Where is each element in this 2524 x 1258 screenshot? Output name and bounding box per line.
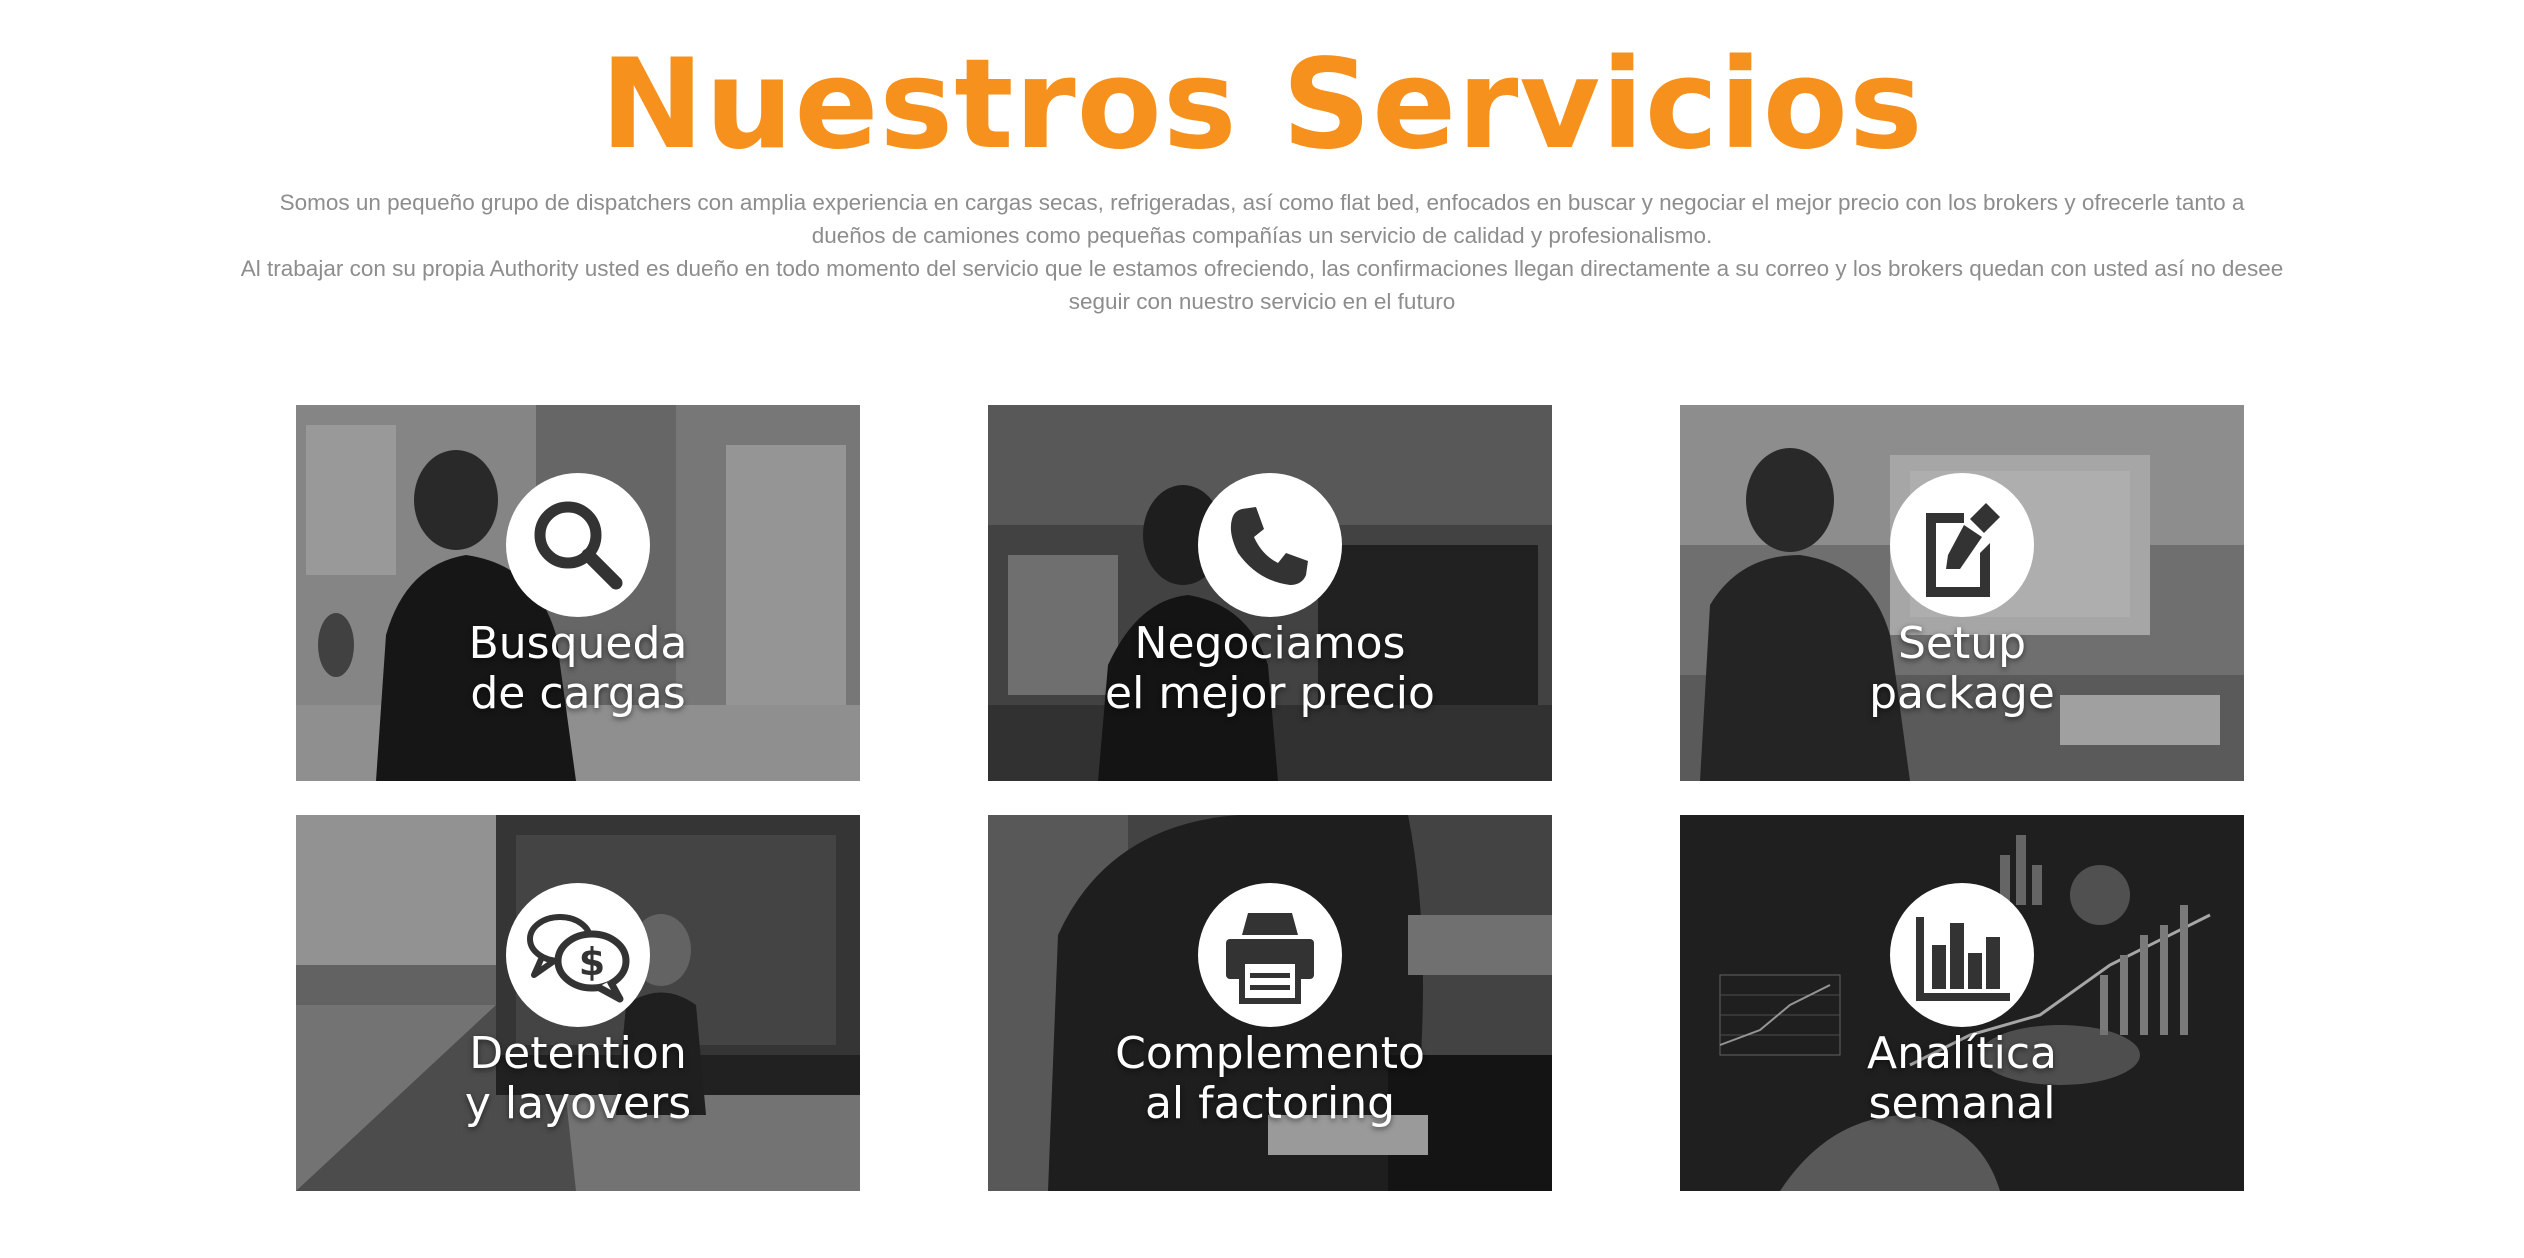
phone-icon (1198, 473, 1342, 617)
service-label-line-1: Complemento (1115, 1028, 1425, 1079)
intro-paragraph-2: Al trabajar con su propia Authority uste… (240, 256, 2284, 314)
section-intro: Somos un pequeño grupo de dispatchers co… (240, 186, 2284, 318)
search-icon (506, 473, 650, 617)
service-card-complemento[interactable]: Complemento al factoring (988, 815, 1552, 1191)
service-card-detention[interactable]: $ Detention y layovers (296, 815, 860, 1191)
section-title: Nuestros Servicios (600, 33, 1924, 177)
service-label-line-2: package (1869, 668, 2055, 719)
intro-paragraph-1: Somos un pequeño grupo de dispatchers co… (279, 190, 2245, 248)
service-label: Setup package (1680, 619, 2244, 719)
service-label-line-1: Setup (1897, 618, 2027, 669)
service-label-line-2: el mejor precio (1105, 668, 1435, 719)
service-label-line-1: Busqueda (468, 618, 688, 669)
bar-chart-icon (1890, 883, 2034, 1027)
printer-icon (1198, 883, 1342, 1027)
service-label-line-1: Analítica (1866, 1028, 2058, 1079)
service-card-busqueda[interactable]: Busqueda de cargas (296, 405, 860, 781)
service-label-line-2: semanal (1868, 1078, 2056, 1129)
service-label-line-2: y layovers (464, 1078, 692, 1129)
service-label-line-2: al factoring (1144, 1078, 1396, 1129)
document-edit-icon (1890, 473, 2034, 617)
service-label: Detention y layovers (296, 1029, 860, 1129)
service-label: Busqueda de cargas (296, 619, 860, 719)
service-label: Analítica semanal (1680, 1029, 2244, 1129)
service-card-setup[interactable]: Setup package (1680, 405, 2244, 781)
service-label-line-1: Negociamos (1134, 618, 1406, 669)
service-label-line-1: Detention (469, 1028, 687, 1079)
svg-text:$: $ (579, 940, 605, 984)
service-card-analitica[interactable]: Analítica semanal (1680, 815, 2244, 1191)
service-label: Negociamos el mejor precio (988, 619, 1552, 719)
service-card-negociamos[interactable]: Negociamos el mejor precio (988, 405, 1552, 781)
chat-money-icon: $ (506, 883, 650, 1027)
service-label-line-2: de cargas (470, 668, 686, 719)
service-label: Complemento al factoring (988, 1029, 1552, 1129)
